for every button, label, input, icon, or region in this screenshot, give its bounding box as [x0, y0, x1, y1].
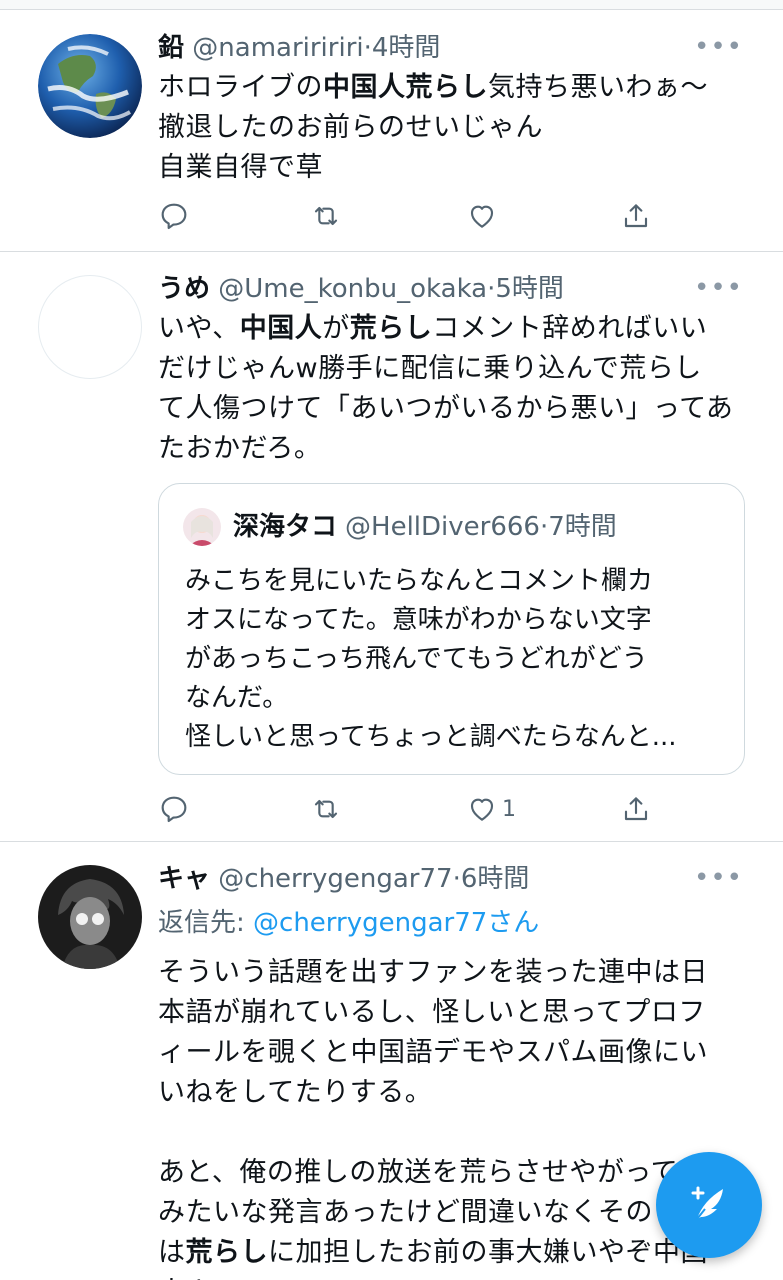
avatar[interactable]	[38, 34, 142, 138]
share-icon	[624, 797, 648, 821]
display-name[interactable]: キャ	[158, 864, 210, 894]
tweet-1[interactable]: 鉛 @namariririri·4時間 ••• ホロライブの中国人荒らし気持ち悪…	[0, 10, 783, 252]
share-button[interactable]	[620, 789, 652, 829]
reply-button[interactable]	[158, 196, 190, 236]
text-line: たおかだろ。	[158, 433, 322, 464]
text-line: だけじゃんw勝手に配信に乗り込んで荒らし	[158, 353, 702, 384]
text-line: オスになってた。意味がわからない文字	[185, 605, 652, 635]
reply-icon	[161, 796, 187, 823]
tweet-header: キャ @cherrygengar77·6時間	[158, 861, 529, 897]
text-line: そういう話題を出すファンを装った連中は日	[158, 957, 708, 988]
user-handle[interactable]: @namariririri	[192, 33, 363, 63]
quoted-avatar[interactable]	[183, 508, 221, 546]
compose-tweet-button[interactable]	[656, 1152, 762, 1258]
quoted-tweet[interactable]: 深海タコ @HellDiver666 · 7時間 みこちを見にいたらなんとコメント欄…	[158, 483, 745, 775]
timestamp[interactable]: 6時間	[461, 864, 530, 894]
reply-button[interactable]	[158, 789, 190, 829]
quoted-tweet-text: みこちを見にいたらなんとコメント欄カ オスになってた。意味がわからない文字 があ…	[185, 562, 725, 757]
tweet-text: いや、中国人が荒らしコメント辞めればいい だけじゃんw勝手に配信に乗り込んで荒ら…	[158, 309, 758, 469]
like-button[interactable]: 1	[466, 789, 516, 829]
more-options-icon[interactable]: •••	[694, 275, 743, 301]
display-name[interactable]: うめ	[158, 274, 210, 304]
timestamp[interactable]: 5時間	[495, 274, 564, 304]
text-line: ホロライブの中国人荒らし気持ち悪いわぁ〜	[158, 72, 708, 103]
text-line: 本語が崩れているし、怪しいと思ってプロフ	[158, 997, 706, 1028]
like-count: 1	[502, 796, 516, 822]
separator-dot: ·	[452, 864, 461, 894]
tweet-actions	[158, 196, 678, 236]
retweet-button[interactable]	[310, 196, 342, 236]
text-line: があっちこっち飛んでてもうどれがどう	[185, 644, 648, 674]
retweet-icon	[314, 799, 338, 819]
like-button[interactable]	[466, 196, 498, 236]
like-icon	[470, 798, 494, 821]
reply-icon	[161, 203, 187, 230]
quoted-timestamp[interactable]: 7時間	[548, 509, 617, 545]
more-options-icon[interactable]: •••	[694, 34, 743, 60]
text-line: いや、中国人が荒らしコメント辞めればいい	[158, 313, 708, 344]
user-handle[interactable]: @Ume_konbu_okaka	[218, 274, 487, 304]
tweet-2[interactable]: うめ @Ume_konbu_okaka·5時間 ••• いや、中国人が荒らしコメ…	[0, 253, 783, 842]
replying-to-link[interactable]: @cherrygengar77さん	[253, 908, 539, 938]
like-icon	[470, 205, 494, 228]
compose-tweet-icon	[691, 1186, 723, 1220]
text-line: 人よ	[158, 1273, 758, 1280]
more-options-icon[interactable]: •••	[694, 865, 743, 891]
separator-dot: ·	[539, 512, 549, 542]
share-button[interactable]	[620, 196, 652, 236]
avatar[interactable]	[38, 275, 142, 379]
text-line: 自業自得で草	[158, 152, 323, 183]
text-line: みこちを見にいたらなんとコメント欄カ	[185, 566, 654, 596]
replying-label: 返信先:	[158, 908, 254, 938]
quoted-user-handle[interactable]: @HellDiver666	[345, 509, 540, 545]
user-handle[interactable]: @cherrygengar77	[218, 864, 452, 894]
display-name[interactable]: 鉛	[158, 33, 184, 63]
timestamp[interactable]: 4時間	[372, 33, 441, 63]
quoted-tweet-header: 深海タコ @HellDiver666 · 7時間	[183, 508, 617, 546]
text-line: ィールを覗くと中国語デモやスパム画像にい	[158, 1037, 708, 1068]
retweet-button[interactable]	[310, 789, 342, 829]
tweet-header: うめ @Ume_konbu_okaka·5時間	[158, 271, 564, 307]
tweet-actions: 1	[158, 789, 678, 829]
avatar[interactable]	[38, 865, 142, 969]
text-line: いねをしてたりする。	[158, 1077, 433, 1108]
replying-to: 返信先: @cherrygengar77さん	[158, 905, 539, 941]
separator-dot: ·	[363, 33, 372, 63]
quoted-display-name[interactable]: 深海タコ	[233, 509, 337, 545]
tweet-text: ホロライブの中国人荒らし気持ち悪いわぁ〜 撤退したのお前らのせいじゃん 自業自得…	[158, 68, 758, 188]
text-line: なんだ。	[185, 683, 289, 713]
tweet-header: 鉛 @namariririri·4時間	[158, 30, 440, 66]
text-line: て人傷つけて「あいつがいるから悪い」ってあ	[158, 393, 734, 424]
retweet-icon	[314, 206, 338, 226]
top-divider	[0, 0, 783, 10]
share-icon	[624, 204, 648, 228]
text-line: 怪しいと思ってちょっと調べたらなんと...	[185, 722, 677, 752]
text-line: 撤退したのお前らのせいじゃん	[158, 112, 543, 143]
